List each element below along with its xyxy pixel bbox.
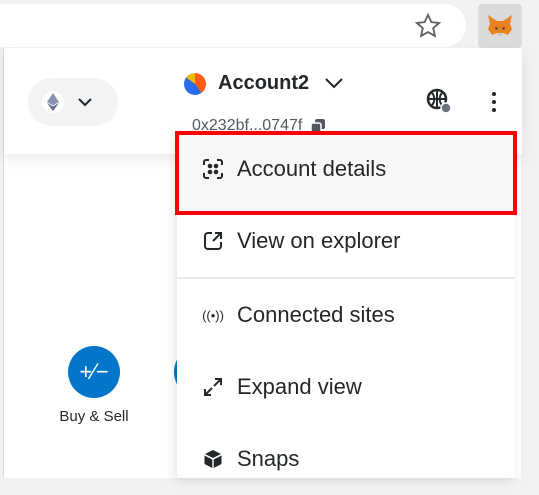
metamask-fox-icon (488, 15, 512, 36)
scan-icon (203, 159, 223, 179)
account-picker[interactable]: Account2 (184, 72, 343, 95)
plus-minus-icon: +⁄− (68, 346, 120, 398)
ethereum-icon (42, 91, 64, 113)
chevron-down-icon (78, 97, 92, 106)
broadcast-icon: ((•)) (202, 307, 224, 323)
avatar (184, 72, 206, 95)
kebab-icon[interactable] (492, 92, 496, 112)
expand-icon (203, 377, 223, 397)
network-picker[interactable] (28, 78, 118, 126)
buy-sell-button[interactable]: +⁄− Buy & Sell (49, 346, 139, 425)
copy-icon (310, 119, 326, 134)
menu-item-expand-view[interactable]: Expand view (177, 351, 515, 423)
menu-item-view-on-explorer[interactable]: View on explorer (177, 205, 515, 277)
menu-item-connected-sites[interactable]: ((•)) Connected sites (177, 279, 515, 351)
account-name: Account2 (218, 72, 310, 94)
star-icon[interactable] (414, 12, 442, 40)
menu-item-account-details[interactable]: Account details (175, 131, 517, 215)
address-bar[interactable] (0, 4, 466, 47)
external-link-icon (203, 231, 223, 251)
metamask-extension-button[interactable] (478, 4, 522, 48)
account-options-menu: Account details View on explorer ((•)) C… (175, 131, 517, 478)
globe-icon[interactable] (426, 88, 452, 114)
cube-icon (203, 449, 223, 469)
chevron-down-icon (325, 78, 343, 89)
menu-item-snaps[interactable]: Snaps (177, 423, 515, 495)
